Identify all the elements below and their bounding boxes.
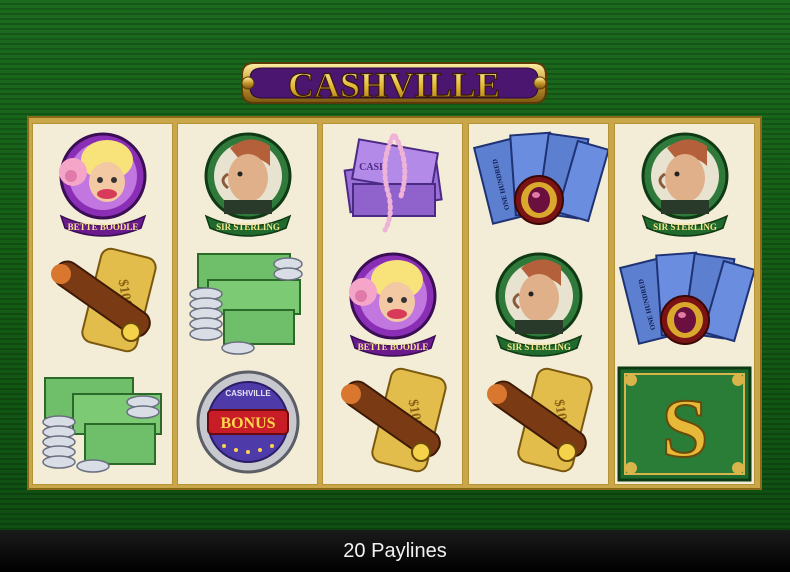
symbol-bette-boodle: BETTE BOODLE: [323, 244, 462, 364]
symbol-blue-bills-ruby: ONE HUNDRED: [469, 124, 608, 244]
symbol-sir-sterling: SIR STERLING: [178, 124, 317, 244]
symbol-bonus-coin: BONUS CASHVILLE: [178, 364, 317, 484]
status-bar: 20 Paylines: [0, 530, 790, 572]
symbol-label: SIR STERLING: [216, 222, 280, 232]
reel-2: SIR STERLING BONUS CASHVILLE: [177, 123, 318, 485]
symbol-label: SIR STERLING: [507, 342, 571, 352]
paylines-label: 20 Paylines: [343, 539, 447, 562]
symbol-cigar-gold: $100: [323, 364, 462, 484]
reel-area: BETTE BOODLE $100 SIR STERLING BONUS CAS…: [27, 116, 762, 490]
symbol-label: BETTE BOODLE: [68, 222, 139, 232]
symbol-cash-stack: [33, 364, 172, 484]
symbol-sir-sterling: SIR STERLING: [615, 124, 754, 244]
symbol-cash-stack: [178, 244, 317, 364]
symbol-bette-boodle: BETTE BOODLE: [33, 124, 172, 244]
symbol-cigar-gold: $100: [469, 364, 608, 484]
coin-ring-label: CASHVILLE: [225, 389, 271, 398]
reel-5: SIR STERLING ONE HUNDRED S: [614, 123, 755, 485]
game-logo: CASHVILLE: [240, 57, 548, 109]
symbol-label: SIR STERLING: [653, 222, 717, 232]
symbol-purple-cash-pearls: CASH: [323, 124, 462, 244]
game-title: CASHVILLE: [288, 65, 500, 105]
reel-1: BETTE BOODLE $100: [32, 123, 173, 485]
symbol-label: BONUS: [220, 415, 275, 432]
symbol-sir-sterling: SIR STERLING: [469, 244, 608, 364]
symbol-label: BETTE BOODLE: [358, 342, 429, 352]
symbol-cigar-gold: $100: [33, 244, 172, 364]
symbol-label: S: [662, 382, 709, 475]
symbol-gold-s-scatter: S: [615, 364, 754, 484]
symbol-blue-bills-ruby: ONE HUNDRED: [615, 244, 754, 364]
reel-3: CASH BETTE BOODLE $100: [322, 123, 463, 485]
reel-4: ONE HUNDRED SIR STERLING $100: [468, 123, 609, 485]
